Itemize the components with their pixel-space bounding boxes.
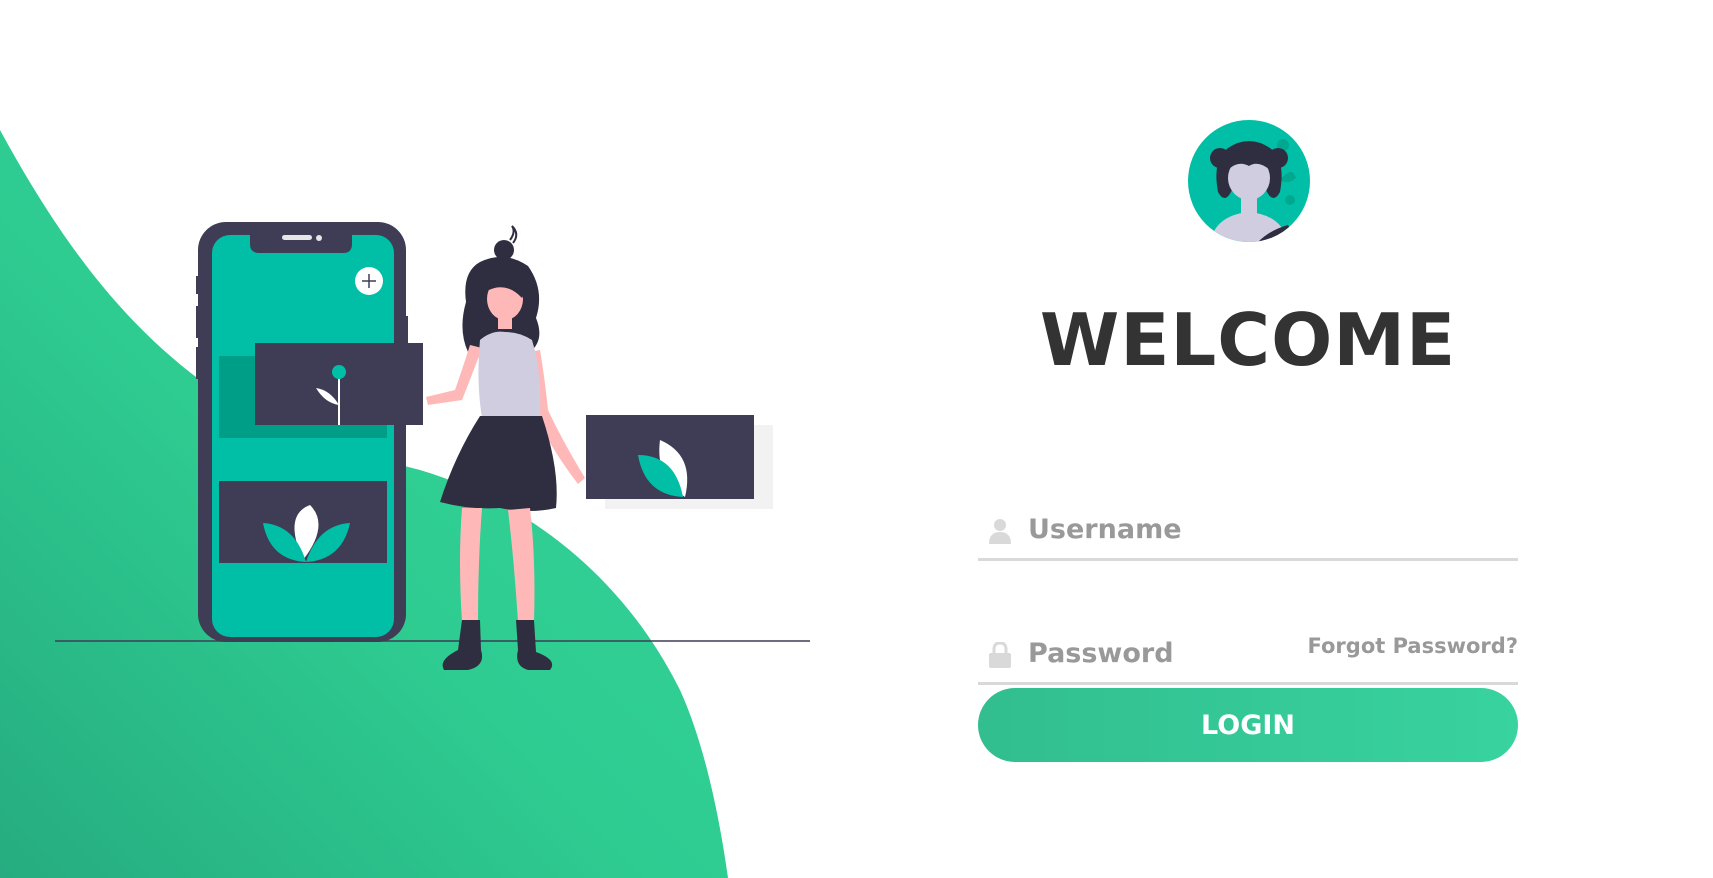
phone-speaker <box>282 235 312 240</box>
avatar-icon <box>1188 120 1310 242</box>
phone-camera <box>316 235 322 241</box>
login-form: WELCOME Forgot Password? LOGIN <box>978 120 1518 780</box>
woman-figure <box>426 225 585 670</box>
user-icon <box>989 519 1011 544</box>
login-button[interactable]: LOGIN <box>978 688 1518 762</box>
forgot-password-link[interactable]: Forgot Password? <box>1308 634 1518 658</box>
page-title: WELCOME <box>1039 298 1457 382</box>
username-input[interactable] <box>1028 506 1508 552</box>
login-page: WELCOME Forgot Password? LOGIN <box>0 0 1713 878</box>
username-field <box>978 498 1518 561</box>
lock-icon <box>989 642 1011 668</box>
